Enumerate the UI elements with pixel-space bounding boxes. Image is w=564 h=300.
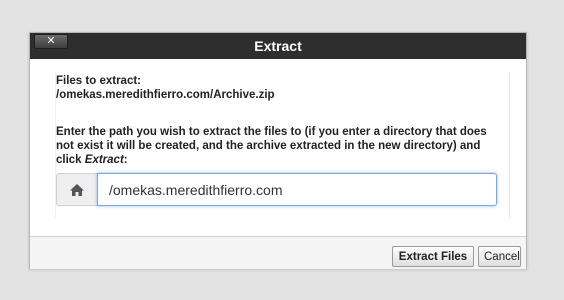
scrollbar[interactable] (509, 73, 510, 218)
dialog-content: Files to extract: /omekas.meredithfierro… (30, 59, 526, 236)
instructions-suffix: : (123, 154, 128, 166)
dialog-title: Extract (254, 38, 302, 54)
destination-input-group (56, 173, 497, 206)
extract-dialog: ✕ Extract Files to extract: /omekas.mere… (29, 32, 527, 269)
home-addon (56, 173, 97, 206)
files-to-extract-label: Files to extract: (56, 75, 141, 87)
cancel-button[interactable]: Cancel (478, 246, 521, 267)
dialog-footer: Extract Files Cancel (30, 236, 526, 269)
instructions-text: Enter the path you wish to extract the f… (56, 125, 504, 167)
archive-path: /omekas.meredithfierro.com/Archive.zip (56, 89, 275, 101)
extract-files-button[interactable]: Extract Files (392, 246, 474, 267)
instructions-emphasis: Extract (84, 154, 124, 166)
dialog-titlebar: ✕ Extract (30, 33, 526, 59)
destination-path-input[interactable] (97, 173, 497, 206)
home-icon (70, 184, 84, 196)
